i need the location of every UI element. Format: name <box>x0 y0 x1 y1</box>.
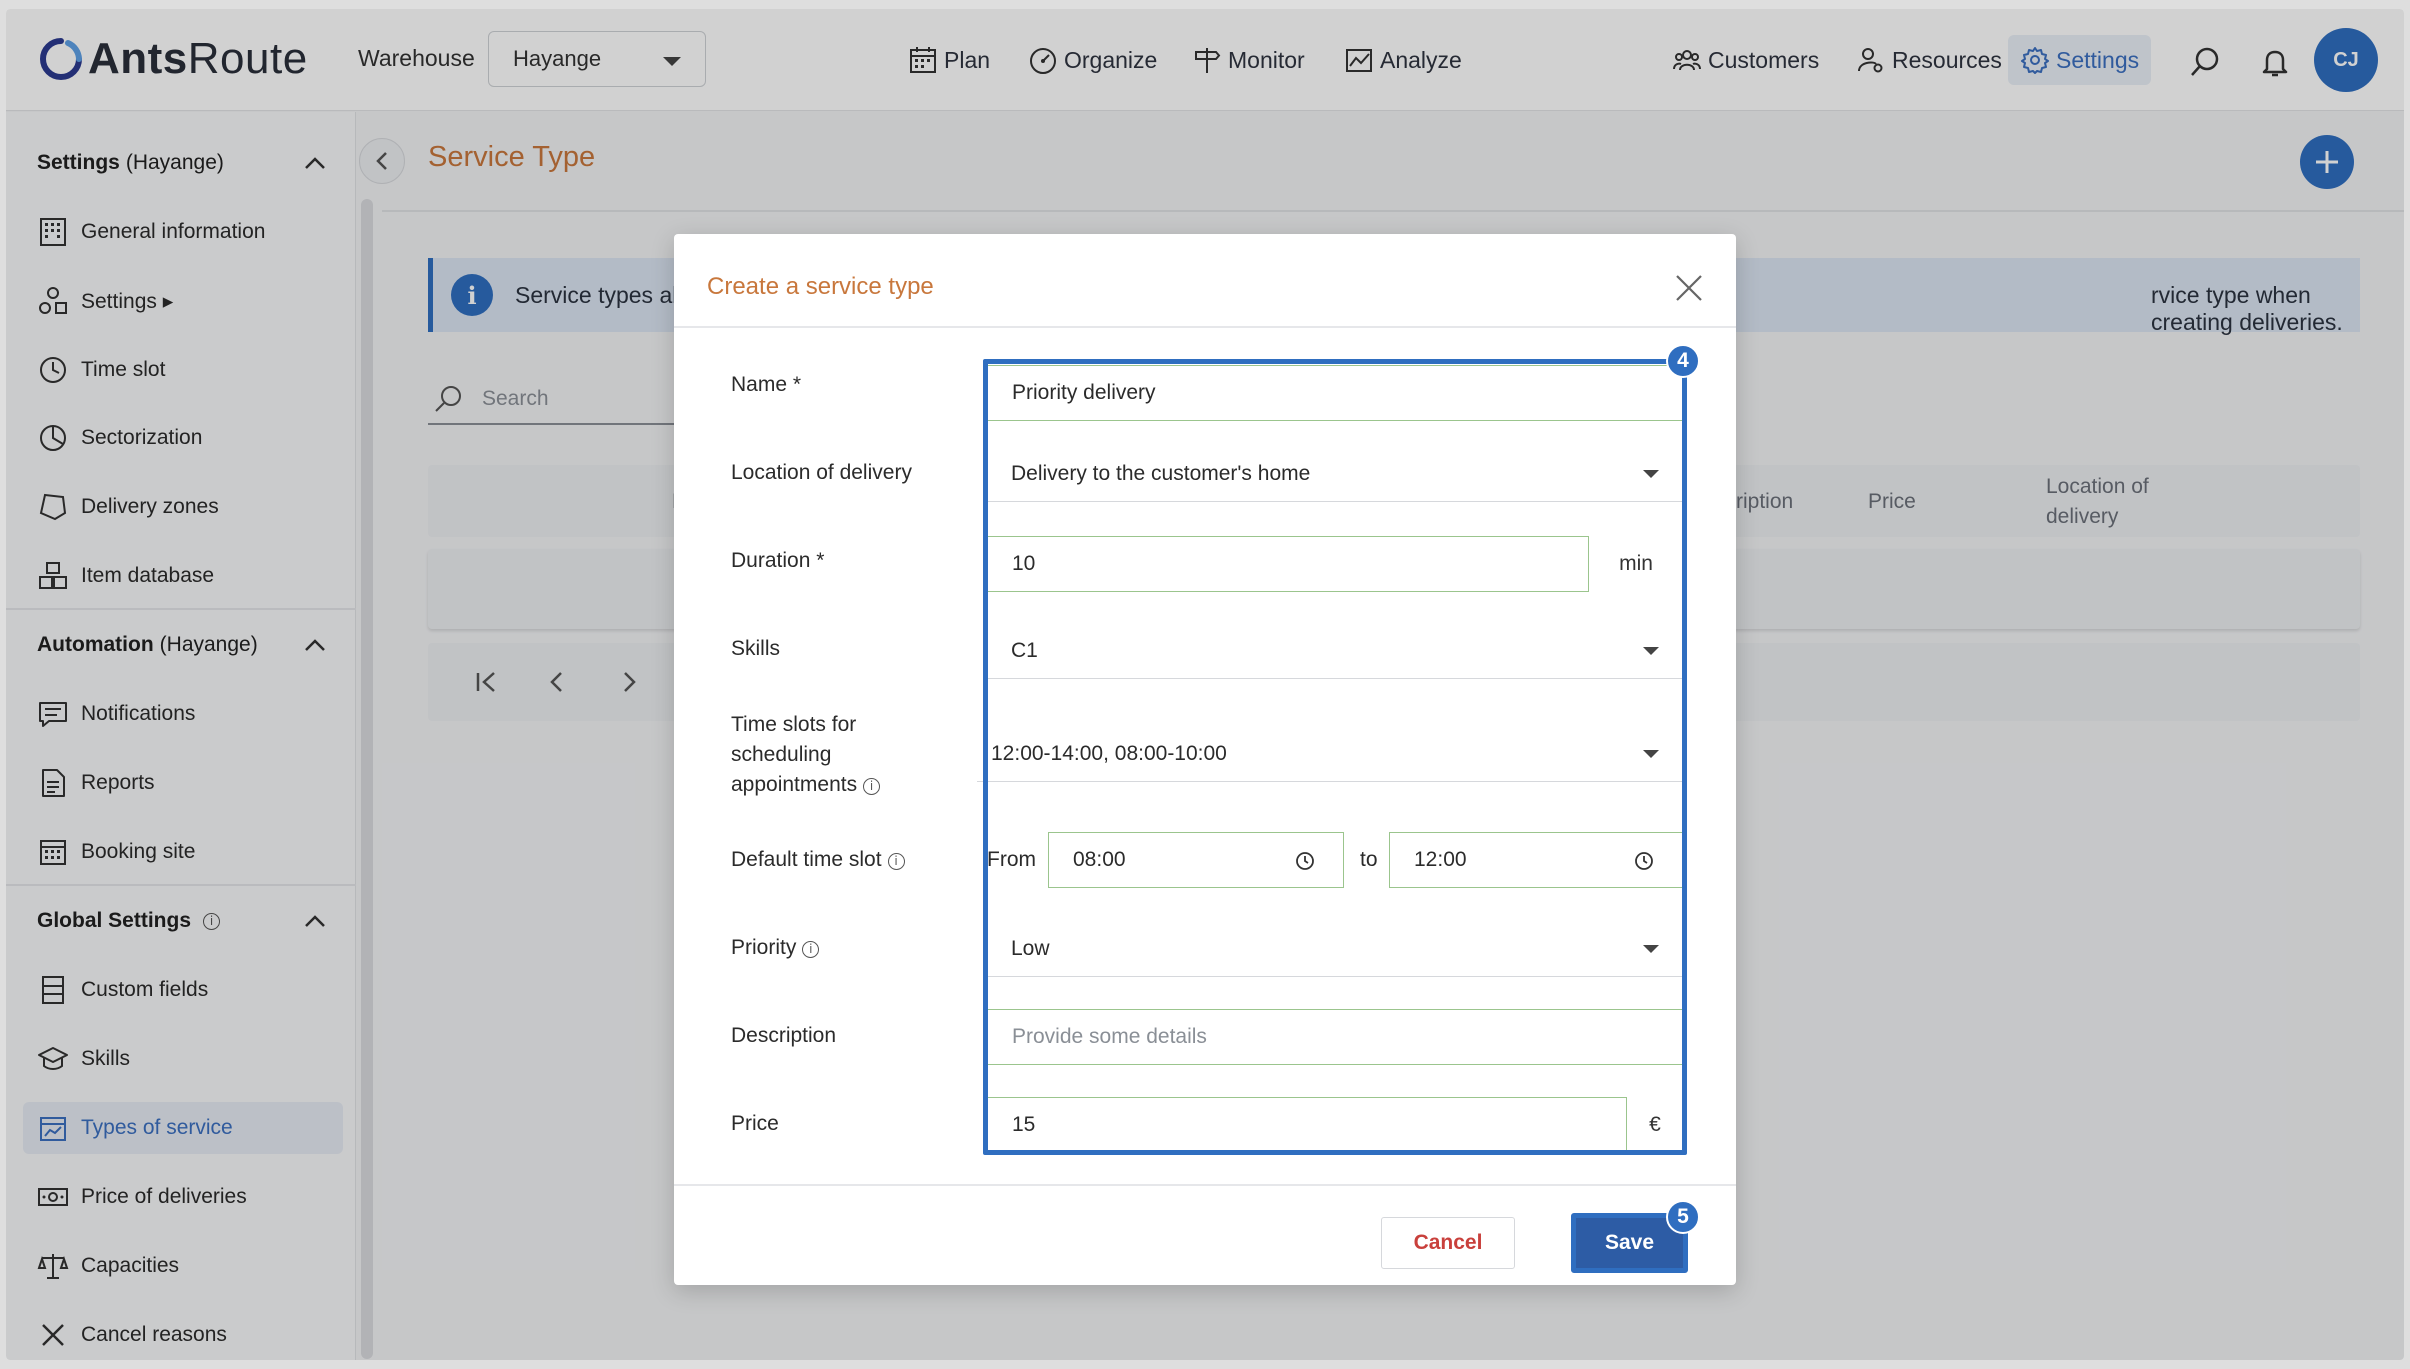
name-label: Name * <box>731 373 802 396</box>
chevron-down-icon <box>1643 945 1659 953</box>
price-label: Price <box>731 1112 779 1135</box>
cancel-button[interactable]: Cancel <box>1381 1217 1515 1269</box>
info-icon: i <box>802 941 820 958</box>
price-currency: € <box>1649 1113 1661 1136</box>
info-icon: i <box>863 778 881 795</box>
name-input[interactable]: Priority delivery <box>987 365 1683 421</box>
clock-icon[interactable] <box>1634 851 1654 871</box>
default-time-slot-label: Default time slot i <box>731 845 905 875</box>
duration-input[interactable]: 10 <box>987 536 1589 592</box>
clock-icon[interactable] <box>1295 851 1315 871</box>
to-label: to <box>1360 848 1378 871</box>
skills-label: Skills <box>731 637 781 660</box>
create-service-type-modal: Create a service type Name * Priority de… <box>674 234 1736 1285</box>
app-window: AntsRoute Warehouse Hayange Plan Organiz… <box>6 9 2404 1360</box>
step-badge-save: 5 <box>1666 1200 1700 1234</box>
chevron-down-icon <box>1643 647 1659 655</box>
description-label: Description <box>731 1024 837 1047</box>
priority-select[interactable]: Low <box>987 921 1683 977</box>
modal-title: Create a service type <box>707 273 934 300</box>
time-slots-label: Time slots for scheduling appointments i <box>731 710 881 800</box>
location-select[interactable]: Delivery to the customer's home <box>987 446 1683 502</box>
time-slots-select[interactable]: 12:00-14:00, 08:00-10:00 <box>977 726 1683 782</box>
info-icon: i <box>887 853 905 870</box>
skills-select[interactable]: C1 <box>987 623 1683 679</box>
step-badge-fields: 4 <box>1666 344 1700 378</box>
duration-unit: min <box>1619 552 1653 575</box>
priority-label: Priority i <box>731 933 820 963</box>
from-time-input[interactable]: 08:00 <box>1048 832 1344 888</box>
close-icon[interactable] <box>1672 271 1706 305</box>
from-label: From <box>987 848 1036 871</box>
chevron-down-icon <box>1643 750 1659 758</box>
description-input[interactable]: Provide some details <box>987 1009 1683 1065</box>
duration-label: Duration * <box>731 549 825 572</box>
to-time-input[interactable]: 12:00 <box>1389 832 1683 888</box>
modal-footer-divider <box>674 1184 1736 1186</box>
location-label: Location of delivery <box>731 461 912 484</box>
chevron-down-icon <box>1643 470 1659 478</box>
price-input[interactable]: 15 <box>987 1097 1627 1153</box>
modal-header-divider <box>674 326 1736 328</box>
